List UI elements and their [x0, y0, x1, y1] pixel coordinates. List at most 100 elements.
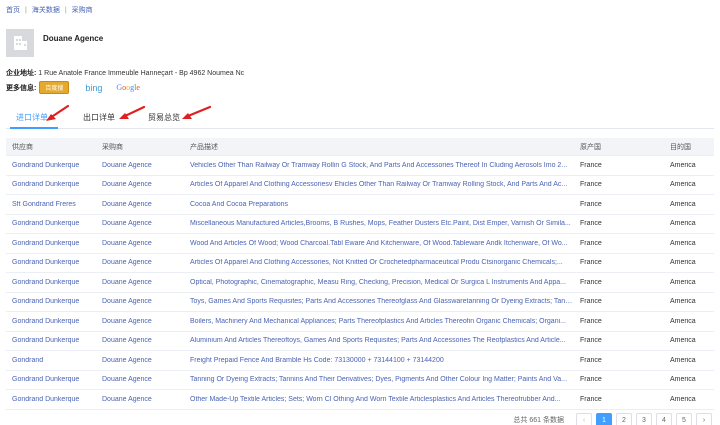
product-description-cell[interactable]: Vehicles Other Than Railway Or Tramway R… [184, 162, 574, 169]
supplier-cell[interactable]: Gondrand [6, 357, 96, 364]
annotation-arrow-icon [46, 104, 70, 121]
product-description-cell[interactable]: Toys, Games And Sports Requisites; Parts… [184, 298, 574, 305]
pagination-next-button[interactable]: › [696, 413, 712, 425]
supplier-cell[interactable]: Gondrand Dunkerque [6, 162, 96, 169]
buyer-cell[interactable]: Douane Agence [96, 201, 184, 208]
origin-country-cell: France [580, 259, 602, 267]
product-description-cell[interactable]: Wood And Articles Of Wood; Wood Charcoal… [184, 240, 574, 247]
destination-country-cell: America [670, 220, 696, 228]
pagination: 总共 661 条数据 ‹ 1 2 3 4 5 › [513, 413, 712, 425]
table-row[interactable]: Gondrand Dunkerque Douane Agence Optical, … [6, 273, 714, 293]
pagination-page-2[interactable]: 2 [616, 413, 632, 425]
origin-country-cell: France [580, 317, 602, 325]
tab-export-details[interactable]: 出口详单 [83, 112, 115, 123]
table-row[interactable]: Gondrand Douane Agence Freight Prepaid Fen… [6, 351, 714, 371]
pagination-page-5[interactable]: 5 [676, 413, 692, 425]
pagination-page-1[interactable]: 1 [596, 413, 612, 425]
annotation-arrow-icon [119, 105, 146, 119]
destination-country-cell: America [670, 298, 696, 306]
buyer-cell[interactable]: Douane Agence [96, 240, 184, 247]
buyer-cell[interactable]: Douane Agence [96, 396, 184, 403]
table-row[interactable]: Gondrand Dunkerque Douane Agence Articles … [6, 254, 714, 273]
table-row[interactable]: Gondrand Dunkerque Douane Agence Vehicles … [6, 156, 714, 176]
breadcrumb-separator: | [25, 6, 27, 14]
column-header-buyer[interactable]: 采购商 [96, 142, 184, 152]
pagination-page-4[interactable]: 4 [656, 413, 672, 425]
breadcrumb: 首页 | 海关数据 | 采购商 [6, 4, 93, 16]
supplier-cell[interactable]: Gondrand Dunkerque [6, 318, 96, 325]
supplier-cell[interactable]: Gondrand Dunkerque [6, 279, 96, 286]
buyer-cell[interactable]: Douane Agence [96, 181, 184, 188]
buyer-cell[interactable]: Douane Agence [96, 357, 184, 364]
origin-country-cell: France [580, 337, 602, 345]
destination-country-cell: America [670, 376, 696, 384]
buyer-cell[interactable]: Douane Agence [96, 162, 184, 169]
table-row[interactable]: Gondrand Dunkerque Douane Agence Articles … [6, 176, 714, 195]
pagination-page-3[interactable]: 3 [636, 413, 652, 425]
breadcrumb-customs-data[interactable]: 海关数据 [32, 5, 60, 15]
product-description-cell[interactable]: Other Made-Up Textile Articles; Sets; Wo… [184, 396, 574, 403]
product-description-cell[interactable]: Articles Of Apparel And Clothing Accesso… [184, 259, 574, 266]
table-row[interactable]: Gondrand Dunkerque Douane Agence Boilers, … [6, 312, 714, 332]
table-row[interactable]: Gondrand Dunkerque Douane Agence Miscellan… [6, 215, 714, 234]
column-header-origin-country[interactable]: 原产国 [574, 142, 664, 152]
destination-country-cell: America [670, 317, 696, 325]
breadcrumb-buyer[interactable]: 采购商 [72, 5, 93, 15]
breadcrumb-home[interactable]: 首页 [6, 5, 20, 15]
more-info-label: 更多信息: [6, 84, 37, 92]
destination-country-cell: America [670, 337, 696, 345]
product-description-cell[interactable]: Tanning Or Dyeing Extracts; Tannins And … [184, 376, 574, 383]
origin-country-cell: France [580, 220, 602, 228]
buyer-cell[interactable]: Douane Agence [96, 259, 184, 266]
buyer-cell[interactable]: Douane Agence [96, 376, 184, 383]
column-header-destination-country[interactable]: 目的国 [664, 142, 714, 152]
table-header: 供应商 采购商 产品描述 原产国 目的国 [6, 138, 714, 156]
company-header: Douane Agence [6, 29, 103, 57]
table-row[interactable]: Gondrand Dunkerque Douane Agence Aluminium… [6, 332, 714, 351]
buyer-cell[interactable]: Douane Agence [96, 279, 184, 286]
origin-country-cell: France [580, 239, 602, 247]
destination-country-cell: America [670, 181, 696, 189]
supplier-cell[interactable]: Gondrand Dunkerque [6, 181, 96, 188]
supplier-cell[interactable]: Sft Gondrand Freres [6, 201, 96, 208]
table-row[interactable]: Gondrand Dunkerque Douane Agence Toys, Gam… [6, 293, 714, 312]
buyer-cell[interactable]: Douane Agence [96, 220, 184, 227]
table-row[interactable]: Gondrand Dunkerque Douane Agence Wood And … [6, 234, 714, 254]
supplier-cell[interactable]: Gondrand Dunkerque [6, 298, 96, 305]
bing-search-link[interactable]: bing [85, 83, 102, 93]
tab-bar: 进口详单 出口详单 贸易总览 [6, 107, 714, 129]
product-description-cell[interactable]: Aluminium And Articles Thereoftoys, Game… [184, 337, 574, 344]
destination-country-cell: America [670, 239, 696, 247]
supplier-cell[interactable]: Gondrand Dunkerque [6, 396, 96, 403]
product-description-cell[interactable]: Optical, Photographic, Cinematographic, … [184, 279, 574, 286]
product-description-cell[interactable]: Articles Of Apparel And Clothing Accesso… [184, 181, 574, 188]
supplier-cell[interactable]: Gondrand Dunkerque [6, 220, 96, 227]
table-row[interactable]: Gondrand Dunkerque Douane Agence Other Mad… [6, 390, 714, 410]
product-description-cell[interactable]: Miscellaneous Manufactured Articles,Broo… [184, 220, 574, 227]
baidu-search-button[interactable]: 百度搜 [39, 81, 70, 94]
origin-country-cell: France [580, 161, 602, 169]
buyer-cell[interactable]: Douane Agence [96, 337, 184, 344]
column-header-product-description[interactable]: 产品描述 [184, 142, 574, 152]
more-info: 更多信息: 百度搜 bing Google [6, 81, 140, 94]
product-description-cell[interactable]: Freight Prepaid Fence And Bramble Hs Cod… [184, 357, 574, 364]
destination-country-cell: America [670, 161, 696, 169]
origin-country-cell: France [580, 395, 602, 403]
destination-country-cell: America [670, 356, 696, 364]
destination-country-cell: America [670, 395, 696, 403]
supplier-cell[interactable]: Gondrand Dunkerque [6, 337, 96, 344]
google-search-link[interactable]: Google [116, 83, 140, 92]
column-header-supplier[interactable]: 供应商 [6, 142, 96, 152]
supplier-cell[interactable]: Gondrand Dunkerque [6, 376, 96, 383]
supplier-cell[interactable]: Gondrand Dunkerque [6, 240, 96, 247]
buyer-cell[interactable]: Douane Agence [96, 298, 184, 305]
origin-country-cell: France [580, 376, 602, 384]
product-description-cell[interactable]: Cocoa And Cocoa Preparations [184, 201, 574, 208]
table-row[interactable]: Sft Gondrand Freres Douane Agence Cocoa An… [6, 195, 714, 215]
address-value: 1 Rue Anatole France Immeuble Hanneçart … [38, 70, 245, 77]
pagination-prev-button[interactable]: ‹ [576, 413, 592, 425]
buyer-cell[interactable]: Douane Agence [96, 318, 184, 325]
supplier-cell[interactable]: Gondrand Dunkerque [6, 259, 96, 266]
product-description-cell[interactable]: Boilers, Machinery And Mechanical Applia… [184, 318, 574, 325]
table-row[interactable]: Gondrand Dunkerque Douane Agence Tanning O… [6, 371, 714, 390]
